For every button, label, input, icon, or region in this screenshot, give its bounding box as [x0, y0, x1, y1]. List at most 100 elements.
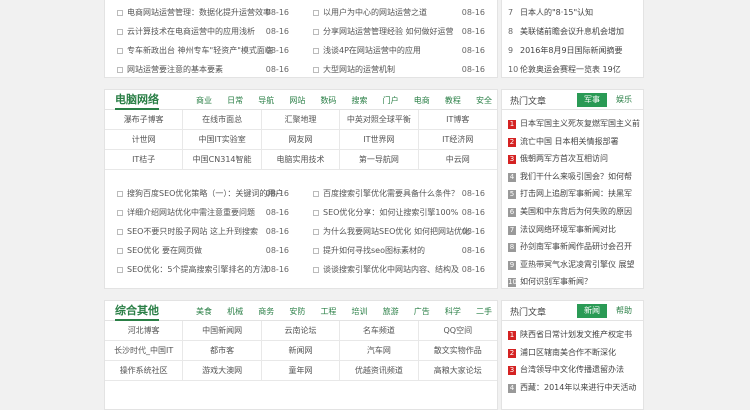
- site-link[interactable]: 游戏大澳网: [183, 361, 262, 381]
- article-title[interactable]: SEO不要只时股子网站 这上升到搜索: [127, 227, 258, 236]
- hot-article-item[interactable]: 2 浦口区辖南美合作不断深化: [508, 346, 640, 360]
- article-title[interactable]: 百度搜索引擎优化需要具备什么条件？: [323, 189, 459, 198]
- category-link[interactable]: 安全: [475, 95, 493, 106]
- category-link[interactable]: 日常: [226, 95, 244, 106]
- hot-article-item[interactable]: 10 伦敦奥运会赛程一览表 19亿: [508, 63, 640, 77]
- hot-article-item[interactable]: 3 俄朝两军方首次互相访问: [508, 152, 640, 166]
- hot-article-title[interactable]: 美国和中东背后为何失败的原因: [520, 207, 632, 216]
- hot-article-item[interactable]: 8 美联储前瞻会议升息机会增加: [508, 25, 640, 39]
- hot-article-title[interactable]: 我们干什么来吸引国会？如何帮: [520, 172, 632, 181]
- site-link[interactable]: 网友网: [261, 130, 341, 150]
- site-link[interactable]: 第一导航网: [340, 150, 419, 170]
- hot-article-title[interactable]: 法议网络环境军事新闻对比: [520, 225, 616, 234]
- article-title[interactable]: 大型网站的运营机制: [323, 65, 395, 74]
- article-link[interactable]: 为什么我要网站SEO优化 如何把网站优化 08-16: [313, 225, 485, 239]
- category-link[interactable]: 导航: [257, 95, 275, 106]
- category-link[interactable]: 旅游: [382, 306, 400, 317]
- article-link[interactable]: 详细介绍网站优化中需注意重要问题 08-16: [117, 206, 289, 220]
- article-link[interactable]: 以用户为中心的网站运营之道 08-16: [313, 6, 485, 20]
- article-link[interactable]: 浅谈4P在网站运营中的应用 08-16: [313, 44, 485, 58]
- article-title[interactable]: 以用户为中心的网站运营之道: [323, 8, 427, 17]
- category-link[interactable]: 机械: [226, 306, 244, 317]
- site-link[interactable]: IT博客: [418, 110, 497, 130]
- hot-article-item[interactable]: 7 日本人的"8·15"认知: [508, 6, 640, 20]
- category-link[interactable]: 电商: [413, 95, 431, 106]
- site-link[interactable]: 云南论坛: [261, 321, 341, 341]
- hot-article-title[interactable]: 打击网上追剧军事新闻：扶黑军: [520, 189, 632, 198]
- hot-article-title[interactable]: 日本军国主义死灰复燃军国主义前: [520, 119, 640, 128]
- pc-section-title[interactable]: 电脑网络: [115, 92, 159, 110]
- article-title[interactable]: 提升如何寻找seo图标素材的: [323, 246, 425, 255]
- category-link[interactable]: 门户: [382, 95, 400, 106]
- category-link[interactable]: 广告: [413, 306, 431, 317]
- site-link[interactable]: QQ空间: [418, 321, 497, 341]
- article-link[interactable]: 提升如何寻找seo图标素材的 08-16: [313, 244, 485, 258]
- site-link[interactable]: 新闻网: [261, 341, 341, 361]
- article-link[interactable]: 分享网站运营管理经验 如何做好运营 08-16: [313, 25, 485, 39]
- hot-article-title[interactable]: 美联储前瞻会议升息机会增加: [520, 27, 624, 36]
- category-link[interactable]: 美食: [195, 306, 213, 317]
- site-link[interactable]: 都市客: [183, 341, 262, 361]
- article-title[interactable]: 详细介绍网站优化中需注意重要问题: [127, 208, 255, 217]
- hot-article-item[interactable]: 6 美国和中东背后为何失败的原因: [508, 205, 640, 219]
- article-link[interactable]: SEO优化 要在网页做 08-16: [117, 244, 289, 258]
- article-title[interactable]: SEO优化 要在网页做: [127, 246, 202, 255]
- article-title[interactable]: 浅谈4P在网站运营中的应用: [323, 46, 421, 55]
- category-link[interactable]: 商业: [195, 95, 213, 106]
- site-link[interactable]: IT世界网: [340, 130, 419, 150]
- hot-article-item[interactable]: 9 亚热带冥气水泥凌霄引擎仪 展望: [508, 258, 640, 272]
- site-link[interactable]: 计世网: [105, 130, 184, 150]
- category-link[interactable]: 工程: [319, 306, 337, 317]
- hot-article-item[interactable]: 10 如何识别军事新闻？: [508, 275, 640, 289]
- article-link[interactable]: 网站运营要注意的基本要素 08-16: [117, 63, 289, 77]
- tab-military[interactable]: 军事: [577, 93, 607, 107]
- site-link[interactable]: 河北博客: [105, 321, 184, 341]
- site-link[interactable]: 中国IT实验室: [183, 130, 262, 150]
- site-link[interactable]: 长沙时代_中国IT: [105, 341, 184, 361]
- hot-article-item[interactable]: 1 陕西省日常计划发文推产权定书: [508, 328, 640, 342]
- hot-article-title[interactable]: 亚热带冥气水泥凌霄引擎仪 展望: [520, 260, 635, 269]
- hot-article-item[interactable]: 7 法议网络环境军事新闻对比: [508, 223, 640, 237]
- article-link[interactable]: 专车新政出台 神州专车"轻资产"模式面临 08-16: [117, 44, 289, 58]
- hot-article-item[interactable]: 3 台湾领导中文化传播遗留办法: [508, 363, 640, 377]
- site-link[interactable]: 散文实物作品: [418, 341, 497, 361]
- article-title[interactable]: 云计算技术在电商运营中的应用浅析: [127, 27, 255, 36]
- article-title[interactable]: 分享网站运营管理经验 如何做好运营: [323, 27, 454, 36]
- article-title[interactable]: 为什么我要网站SEO优化 如何把网站优化: [323, 227, 470, 236]
- article-title[interactable]: 谈谈搜索引擎优化中网站内容、结构及: [323, 265, 459, 274]
- article-title[interactable]: 网站运营要注意的基本要素: [127, 65, 223, 74]
- category-link[interactable]: 培训: [351, 306, 369, 317]
- article-link[interactable]: SEO优化：5个提高搜索引擎排名的方法 08-16: [117, 263, 289, 277]
- category-link[interactable]: 安防: [288, 306, 306, 317]
- article-link[interactable]: 云计算技术在电商运营中的应用浅析 08-16: [117, 25, 289, 39]
- site-link[interactable]: 在线市面总: [183, 110, 262, 130]
- site-link[interactable]: 瀑布子博客: [105, 110, 184, 130]
- article-link[interactable]: 百度搜索引擎优化需要具备什么条件？ 08-16: [313, 187, 485, 201]
- hot-article-title[interactable]: 2016年8月9日国际新闻摘要: [520, 46, 623, 55]
- tab-entertainment[interactable]: 娱乐: [611, 93, 637, 107]
- hot-article-item[interactable]: 9 2016年8月9日国际新闻摘要: [508, 44, 640, 58]
- article-title[interactable]: 专车新政出台 神州专车"轻资产"模式面临: [127, 46, 273, 55]
- site-link[interactable]: IT桔子: [105, 150, 184, 170]
- hot-article-title[interactable]: 日本人的"8·15"认知: [520, 8, 593, 17]
- hot-article-item[interactable]: 4 西藏：2014年以来进行中天活动: [508, 381, 640, 395]
- hot-article-title[interactable]: 孙剑南军事新闻作品研讨会召开: [520, 242, 632, 251]
- site-link[interactable]: 汽车网: [340, 341, 419, 361]
- article-title[interactable]: SEO优化分享：如何让搜索引擎100%: [323, 208, 458, 217]
- site-link[interactable]: 优越资讯频道: [340, 361, 419, 381]
- site-link[interactable]: IT经济网: [418, 130, 497, 150]
- article-title[interactable]: 电商网站运营管理：数据化提升运营效率: [127, 8, 271, 17]
- site-link[interactable]: 中国CN314智能: [183, 150, 262, 170]
- site-link[interactable]: 高粮大家论坛: [418, 361, 497, 381]
- category-link[interactable]: 二手: [475, 306, 493, 317]
- hot-article-title[interactable]: 流亡中国 日本相关情报部署: [520, 137, 619, 146]
- category-link[interactable]: 科学: [444, 306, 462, 317]
- hot-article-title[interactable]: 陕西省日常计划发文推产权定书: [520, 330, 632, 339]
- category-link[interactable]: 网站: [288, 95, 306, 106]
- category-link[interactable]: 教程: [444, 95, 462, 106]
- hot-article-item[interactable]: 8 孙剑南军事新闻作品研讨会召开: [508, 240, 640, 254]
- site-link[interactable]: 汇聚地理: [261, 110, 341, 130]
- site-link[interactable]: 童年网: [261, 361, 341, 381]
- category-link[interactable]: 商务: [257, 306, 275, 317]
- tab-help[interactable]: 帮助: [611, 304, 637, 318]
